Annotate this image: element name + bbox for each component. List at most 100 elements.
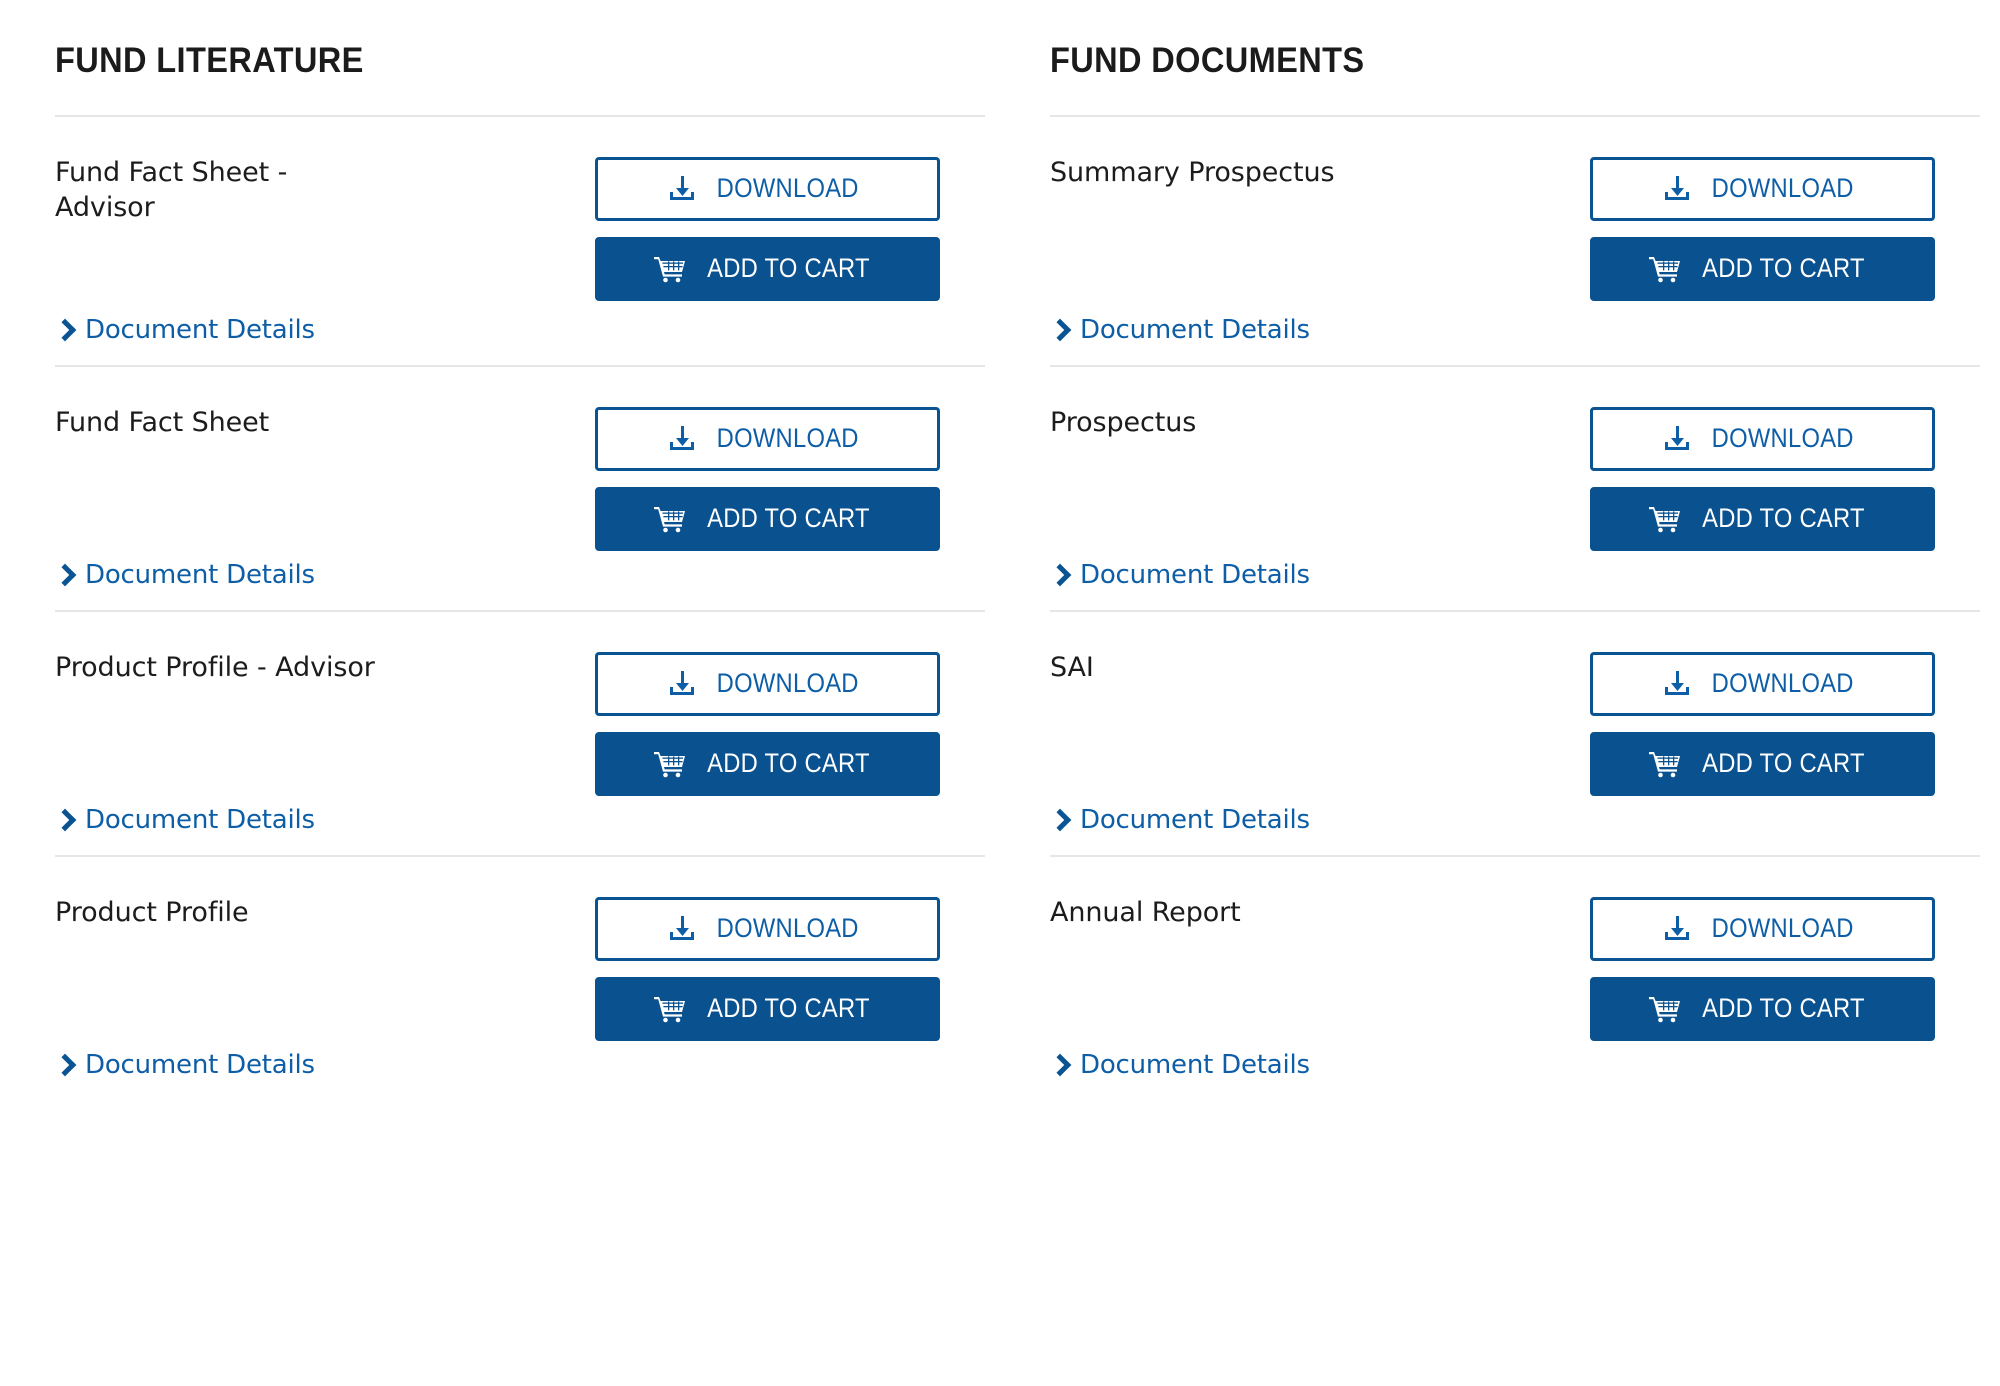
document-actions: DOWNLOAD ADD TO CART xyxy=(595,895,985,1041)
add-to-cart-label: ADD TO CART xyxy=(707,503,870,533)
download-icon xyxy=(1664,425,1689,450)
document-details-label: Document Details xyxy=(1080,314,1310,345)
chevron-right-icon xyxy=(1050,562,1068,588)
shopping-cart-icon xyxy=(654,256,686,282)
download-label: DOWNLOAD xyxy=(1711,668,1854,698)
document-row: Product Profile - Advisor Document Detai… xyxy=(55,609,985,855)
download-button[interactable]: DOWNLOAD xyxy=(595,156,940,221)
document-title: Fund Fact Sheet - Advisor xyxy=(55,156,288,224)
download-label: DOWNLOAD xyxy=(1711,913,1854,943)
fund-literature-rows: Fund Fact Sheet - Advisor Document Detai… xyxy=(55,114,985,1100)
add-to-cart-button[interactable]: ADD TO CART xyxy=(1590,486,1935,551)
add-to-cart-button[interactable]: ADD TO CART xyxy=(595,236,940,301)
document-actions: DOWNLOAD ADD TO CART xyxy=(1590,650,1980,796)
document-title: Fund Fact Sheet xyxy=(55,406,270,438)
add-to-cart-button[interactable]: ADD TO CART xyxy=(1590,236,1935,301)
document-details-label: Document Details xyxy=(85,804,315,835)
download-icon xyxy=(669,175,694,200)
document-details-link[interactable]: Document Details xyxy=(55,317,315,343)
document-row: Fund Fact Sheet Document Details DOWNLOA… xyxy=(55,364,985,610)
fund-documents-page: FUND LITERATURE Fund Fact Sheet - Adviso… xyxy=(0,0,2000,1386)
document-row: Summary Prospectus Document Details DOWN… xyxy=(1050,114,1980,365)
add-to-cart-button[interactable]: ADD TO CART xyxy=(1590,731,1935,796)
document-row: Prospectus Document Details DOWNLOAD ADD… xyxy=(1050,364,1980,610)
add-to-cart-button[interactable]: ADD TO CART xyxy=(1590,976,1935,1041)
document-details-label: Document Details xyxy=(85,1049,315,1080)
document-details-label: Document Details xyxy=(85,559,315,590)
shopping-cart-icon xyxy=(1649,751,1681,777)
chevron-right-icon xyxy=(55,317,73,343)
shopping-cart-icon xyxy=(654,506,686,532)
add-to-cart-label: ADD TO CART xyxy=(1702,503,1865,533)
download-button[interactable]: DOWNLOAD xyxy=(1590,406,1935,471)
add-to-cart-label: ADD TO CART xyxy=(1702,253,1865,283)
download-button[interactable]: DOWNLOAD xyxy=(595,406,940,471)
columns-container: FUND LITERATURE Fund Fact Sheet - Adviso… xyxy=(0,0,2000,1100)
document-actions: DOWNLOAD ADD TO CART xyxy=(595,650,985,796)
document-row: SAI Document Details DOWNLOAD ADD TO CAR… xyxy=(1050,609,1980,855)
download-icon xyxy=(1664,175,1689,200)
document-title: Annual Report xyxy=(1050,896,1241,928)
shopping-cart-icon xyxy=(1649,506,1681,532)
document-details-link[interactable]: Document Details xyxy=(1050,807,1310,833)
add-to-cart-label: ADD TO CART xyxy=(707,993,870,1023)
fund-documents-rows: Summary Prospectus Document Details DOWN… xyxy=(1050,114,1980,1100)
document-details-link[interactable]: Document Details xyxy=(1050,562,1310,588)
download-label: DOWNLOAD xyxy=(1711,423,1854,453)
document-details-label: Document Details xyxy=(1080,1049,1310,1080)
chevron-right-icon xyxy=(55,807,73,833)
document-actions: DOWNLOAD ADD TO CART xyxy=(1590,895,1980,1041)
fund-literature-column: FUND LITERATURE Fund Fact Sheet - Adviso… xyxy=(55,22,985,1100)
document-info: SAI Document Details xyxy=(1050,650,1590,855)
download-label: DOWNLOAD xyxy=(716,423,859,453)
document-details-label: Document Details xyxy=(1080,804,1310,835)
download-button[interactable]: DOWNLOAD xyxy=(595,651,940,716)
download-label: DOWNLOAD xyxy=(716,173,859,203)
document-details-label: Document Details xyxy=(1080,559,1310,590)
download-label: DOWNLOAD xyxy=(716,913,859,943)
document-details-link[interactable]: Document Details xyxy=(1050,317,1310,343)
shopping-cart-icon xyxy=(654,996,686,1022)
shopping-cart-icon xyxy=(1649,256,1681,282)
download-button[interactable]: DOWNLOAD xyxy=(1590,896,1935,961)
document-actions: DOWNLOAD ADD TO CART xyxy=(595,405,985,551)
document-actions: DOWNLOAD ADD TO CART xyxy=(1590,405,1980,551)
download-button[interactable]: DOWNLOAD xyxy=(1590,156,1935,221)
add-to-cart-label: ADD TO CART xyxy=(1702,993,1865,1023)
chevron-right-icon xyxy=(55,1052,73,1078)
add-to-cart-label: ADD TO CART xyxy=(1702,748,1865,778)
document-info: Summary Prospectus Document Details xyxy=(1050,155,1590,365)
add-to-cart-button[interactable]: ADD TO CART xyxy=(595,731,940,796)
add-to-cart-button[interactable]: ADD TO CART xyxy=(595,976,940,1041)
document-info: Annual Report Document Details xyxy=(1050,895,1590,1100)
document-info: Product Profile - Advisor Document Detai… xyxy=(55,650,595,855)
document-row: Product Profile Document Details DOWNLOA… xyxy=(55,854,985,1100)
document-actions: DOWNLOAD ADD TO CART xyxy=(1590,155,1980,301)
document-title: Product Profile xyxy=(55,896,249,928)
download-icon xyxy=(669,670,694,695)
document-details-link[interactable]: Document Details xyxy=(1050,1052,1310,1078)
chevron-right-icon xyxy=(1050,317,1068,343)
document-info: Prospectus Document Details xyxy=(1050,405,1590,610)
fund-literature-heading: FUND LITERATURE xyxy=(55,41,364,80)
add-to-cart-label: ADD TO CART xyxy=(707,253,870,283)
fund-documents-column: FUND DOCUMENTS Summary Prospectus Docume… xyxy=(1050,22,1980,1100)
shopping-cart-icon xyxy=(1649,996,1681,1022)
add-to-cart-button[interactable]: ADD TO CART xyxy=(595,486,940,551)
download-icon xyxy=(1664,915,1689,940)
document-title: Prospectus xyxy=(1050,406,1197,438)
document-details-link[interactable]: Document Details xyxy=(55,1052,315,1078)
download-icon xyxy=(669,915,694,940)
chevron-right-icon xyxy=(1050,807,1068,833)
download-icon xyxy=(669,425,694,450)
document-details-link[interactable]: Document Details xyxy=(55,562,315,588)
document-row: Fund Fact Sheet - Advisor Document Detai… xyxy=(55,114,985,365)
download-button[interactable]: DOWNLOAD xyxy=(595,896,940,961)
download-label: DOWNLOAD xyxy=(1711,173,1854,203)
document-title: Product Profile - Advisor xyxy=(55,651,375,683)
download-icon xyxy=(1664,670,1689,695)
document-details-link[interactable]: Document Details xyxy=(55,807,315,833)
document-title: SAI xyxy=(1050,651,1094,683)
download-button[interactable]: DOWNLOAD xyxy=(1590,651,1935,716)
document-info: Fund Fact Sheet - Advisor Document Detai… xyxy=(55,155,595,365)
